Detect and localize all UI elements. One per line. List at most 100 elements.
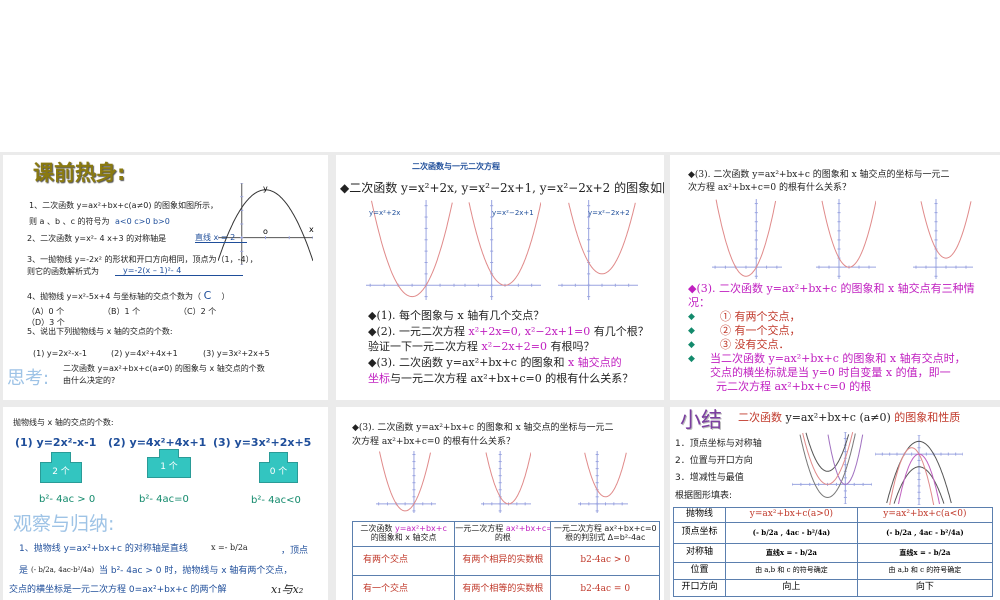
slide-title: 二次函数与一元二次方程 (412, 162, 500, 171)
question-1b: 则 a 、b 、c 的符号为 (29, 217, 110, 226)
summary-title: 二次函数 y=ax²+bx+c (a≠0) 的图象和性质 (738, 411, 961, 424)
slide-intersections[interactable]: 抛物线与 x 轴的交点的个数: (1) y=2x²-x-1 (2) y=4x²+… (3, 407, 328, 600)
q3-highlight: x 轴交点的 (567, 356, 622, 369)
slide-heading: 抛物线与 x 轴的交点的个数: (13, 418, 114, 427)
case-3: ③ 没有交点． (720, 338, 790, 351)
slide-summary[interactable]: 小结 二次函数 y=ax²+bx+c (a≠0) 的图象和性质 1．顶点坐标与对… (670, 407, 1000, 600)
summary-line-1-end: ，顶点 (281, 546, 309, 556)
table-cell: b2-4ac = 0 (550, 575, 660, 600)
table-cell: 直线x = - b/2a (725, 543, 858, 563)
answer-2: 直线 x = 2 (195, 234, 247, 243)
question-2: ◆(2). 一元二次方程 x²+2x=0, x²−2x+1=0 有几个根？ (368, 326, 649, 337)
question-line-1: ◆(3). 二次函数 y=ax²+bx+c 的图象和 x 轴交点的坐标与一元二 (688, 170, 950, 180)
discriminant-2: b²- 4ac=0 (139, 494, 189, 505)
table-cell: 向上 (725, 579, 858, 597)
relationship-table: 二次函数 y=ax²+bx+c 的图象和 x 轴交点 一元二次方程 ax²+bx… (351, 521, 660, 600)
axis-label-y: y (263, 184, 268, 193)
equation-1: (1) y=2x²-x-1 (15, 436, 97, 449)
answer-3: y=-2(x – 1)²- 4 (115, 267, 243, 276)
table-cell: 有两个相等的实数根 (454, 575, 552, 600)
axis-formula: x =- b/2a (211, 543, 248, 552)
graph-1-label: y=x²+2x (369, 209, 401, 217)
table-cell: (- b/2a , 4ac - b²/4a) (725, 522, 858, 544)
vertex-formula: (- b/2a, 4ac-b²/4a) (31, 566, 95, 574)
table-cell: 有两个交点 (351, 546, 456, 576)
question-line-1: ◆(3). 二次函数 y=ax²+bx+c 的图象和 x 轴交点的坐标与一元二 (352, 423, 614, 433)
q2-equations: x²+2x=0, x²−2x+1=0 (468, 325, 591, 338)
graph-3-label: y=x²−2x+2 (588, 209, 630, 217)
table-row: 对称轴 直线x = - b/2a 直线x = - b/2a (672, 543, 994, 563)
question-line-2: 次方程 ax²+bx+c=0 的根有什么关系？ (688, 183, 851, 193)
parabola-curve (920, 201, 972, 259)
question-3: ◆(3). 二次函数 y=ax²+bx+c 的图象和 x 轴交点的 (368, 357, 622, 368)
think-label: 思考: (7, 368, 50, 389)
think-question: 二次函数 y=ax²+bx+c(a≠0) 的图象与 x 轴交点的个数 (63, 364, 265, 373)
slide-relationship-table[interactable]: ◆(3). 二次函数 y=ax²+bx+c 的图象和 x 轴交点的坐标与一元二 … (336, 407, 664, 600)
table-row: 开口方向 向上 向下 (672, 579, 994, 597)
count-arrow-1 (51, 452, 71, 463)
parabola-graph (218, 183, 313, 265)
slide-warmup[interactable]: 课前热身: y x o 1、二次函数 y=ax²+bx+c(a≠0) 的图象如图… (3, 155, 328, 400)
think-question-2: 由什么决定的? (63, 376, 116, 385)
question-3: 3、一抛物线 y=-2x² 的形状和开口方向相同，顶点为（1，-4）， (27, 255, 258, 264)
summary-line-2: 是 (19, 566, 29, 576)
answer-4: C (203, 289, 212, 302)
case-1: ① 有两个交点， (720, 310, 801, 323)
header-cell: 二次函数 y=ax²+bx+c 的图象和 x 轴交点 (351, 521, 456, 547)
row-label: 位置 (672, 562, 727, 580)
parabola-curve (584, 452, 627, 498)
option-c: （C）2 个 (179, 307, 217, 316)
q2b-text-end: 有根吗？ (546, 340, 595, 353)
bullet-icon: ◆ (688, 312, 695, 322)
count-box-3: 0 个 (259, 462, 298, 483)
parabola-curve (218, 189, 313, 262)
option-b: （B）1 个 (103, 307, 141, 316)
q2-text: ◆(2). 一元二次方程 (368, 325, 469, 338)
table-cell: 向下 (856, 579, 994, 597)
question-2: 2、二次函数 y=x²- 4 x+3 的对称轴是 (27, 234, 167, 243)
slide-title: 课前热身: (33, 161, 126, 185)
summary-item-2: 2．位置与开口方向 (675, 456, 753, 466)
question-3b: 则它的函数解析式为 (27, 267, 99, 276)
table-cell: 由 a,b 和 c 的符号确定 (725, 562, 858, 580)
graph-1 (376, 451, 436, 513)
table-row: 位置由 a,b 和 c 的符号确定由 a,b 和 c 的符号确定 (672, 562, 994, 580)
table-cell: b2-4ac > 0 (550, 546, 660, 576)
table-cell: y=ax²+bx+c(a>0) (725, 507, 858, 523)
case-2: ② 有一个交点， (720, 324, 801, 337)
summary-line-2-end: 当 b²- 4ac > 0 时，抛物线与 x 轴有两个交点， (99, 566, 293, 576)
answer-1: a<0 c>0 b>0 (115, 217, 170, 226)
question-4-text: 4、抛物线 y=x²-5x+4 与坐标轴的交点个数为（ (27, 292, 202, 301)
count-box-1: 2 个 (40, 462, 82, 483)
row-label: 对称轴 (672, 543, 727, 563)
table-cell: y=ax²+bx+c(a<0) (856, 507, 994, 523)
row-label: 抛物线 (672, 507, 727, 523)
question-1: 1、二次函数 y=ax²+bx+c(a≠0) 的图象如图所示， (29, 201, 219, 210)
table-cell: (- b/2a , 4ac - b²/4a) (856, 522, 994, 544)
summary-heading: 小结 (680, 408, 722, 432)
equation-3: (3) y=3x²+2x+5 (213, 436, 312, 449)
properties-table: 抛物线 y=ax²+bx+c(a>0) y=ax²+bx+c(a<0) 顶点坐标 (-… (672, 507, 994, 597)
slide-three-cases[interactable]: ◆(3). 二次函数 y=ax²+bx+c 的图象和 x 轴交点的坐标与一元二 … (670, 155, 1000, 400)
table-row: 抛物线 y=ax²+bx+c(a>0) y=ax²+bx+c(a<0) (672, 507, 994, 523)
conclusion-1: 当二次函数 y=ax²+bx+c 的图象和 x 轴有交点时， (710, 352, 966, 365)
bullet-icon: ◆ (688, 326, 695, 336)
discriminant-3: b²- 4ac<0 (251, 495, 301, 506)
parabola-curve (485, 452, 531, 505)
header-cell: 一元二次方程 ax²+bx+c=0 的根 (454, 521, 552, 547)
cases-intro: ◆(3). 二次函数 y=ax²+bx+c 的图象和 x 轴交点有三种情 (688, 282, 975, 295)
cases-intro-2: 况： (688, 296, 710, 309)
option-d: （D）3 个 (27, 318, 65, 327)
axis-label-origin: o (263, 227, 268, 236)
q3-highlight-2: 坐标 (368, 372, 390, 385)
graph-2-label: y=x²−2x+1 (492, 209, 534, 217)
option-a: （A）0 个 (27, 307, 65, 316)
question-1: ◆(1). 每个图象与 x 轴有几个交点？ (368, 309, 545, 322)
conclusion-2: 交点的横坐标就是当 y=0 时自变量 x 的值，即一 (710, 366, 951, 379)
slide-quadratic-equation[interactable]: 二次函数与一元二次方程 ◆二次函数 y=x²+2x, y=x²−2x+1, y=… (336, 155, 664, 400)
q3-text-end: 与一元二次方程 ax²+bx+c=0 的根有什么关系？ (390, 372, 634, 385)
count-arrow-2 (159, 449, 179, 458)
summary-line-3: 交点的横坐标是一元二次方程 0=ax²+bx+c 的两个解 (9, 585, 227, 595)
header-cell: 一元二次方程 ax²+bx+c=0 根的判别式 Δ=b²-4ac (550, 521, 660, 547)
table-cell: 有两个相异的实数根 (454, 546, 552, 576)
